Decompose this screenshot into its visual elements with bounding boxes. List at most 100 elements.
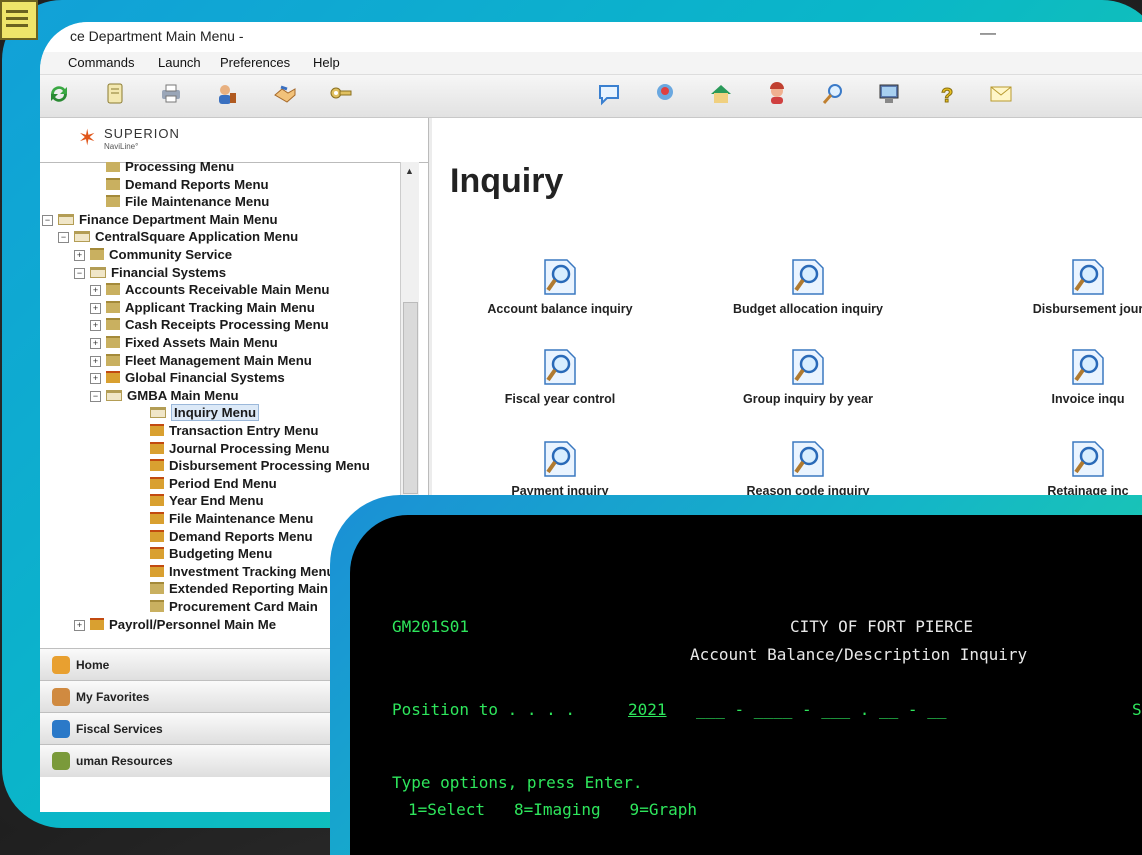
mail-icon[interactable] (988, 81, 1014, 107)
menu-commands[interactable]: Commands (68, 52, 134, 74)
person-icon[interactable] (764, 81, 790, 107)
refresh-icon[interactable] (46, 81, 72, 107)
inquiry-item[interactable]: Budget allocation inquiry (708, 258, 908, 316)
folder-icon (150, 494, 164, 507)
inquiry-item[interactable]: Group inquiry by year (708, 348, 908, 406)
tree-node[interactable]: Budgeting Menu (150, 545, 272, 562)
collapse-icon[interactable]: − (90, 390, 101, 402)
folder-icon (150, 441, 164, 454)
tree-node-label: Procurement Card Main (169, 599, 318, 614)
instructions: Type options, press Enter. (392, 773, 643, 792)
expand-icon[interactable]: + (90, 302, 101, 314)
superion-logo: ✶ SUPERION NaviLine° (40, 118, 428, 163)
tree-node[interactable]: Disbursement Processing Menu (150, 457, 370, 474)
tree-node-label: Finance Department Main Menu (79, 211, 278, 227)
collapse-icon[interactable]: − (58, 232, 69, 244)
tree-node[interactable]: Journal Processing Menu (150, 440, 330, 457)
expand-icon[interactable]: + (74, 619, 85, 631)
toolbar: ? (40, 75, 1142, 118)
handshake-icon[interactable] (272, 81, 298, 107)
user-tools-icon[interactable] (214, 81, 240, 107)
tree-node-label: Period End Menu (169, 475, 277, 491)
tree-node[interactable]: − Finance Department Main Menu (42, 211, 278, 228)
expand-icon[interactable]: + (90, 320, 101, 332)
printer-icon[interactable] (158, 81, 184, 107)
tree-node[interactable]: − GMBA Main Menu (90, 387, 239, 404)
tree-node[interactable]: Year End Menu (150, 492, 264, 509)
expand-icon[interactable]: + (90, 338, 101, 349)
folder-icon (90, 248, 104, 260)
menu-launch[interactable]: Launch (158, 52, 201, 74)
tree-node[interactable]: Extended Reporting Main (150, 580, 328, 597)
tree-node[interactable]: Demand Reports Menu (150, 528, 313, 545)
tree-node-label: Fixed Assets Main Menu (125, 335, 278, 350)
folder-icon (106, 336, 120, 348)
folder-icon (150, 564, 164, 577)
tree-node[interactable]: Transaction Entry Menu (150, 422, 319, 439)
folder-icon (106, 318, 120, 331)
expand-icon[interactable]: + (74, 250, 85, 261)
tree-node[interactable]: + Fleet Management Main Menu (90, 352, 312, 369)
tree-node-label: Applicant Tracking Main Menu (125, 299, 315, 315)
expand-icon[interactable]: + (90, 373, 101, 385)
expand-icon[interactable]: + (90, 285, 101, 297)
notes-menu-icon[interactable] (0, 0, 38, 40)
house-icon[interactable] (708, 81, 734, 107)
tree-node-label: Journal Processing Menu (169, 440, 330, 456)
tree-node[interactable]: + Applicant Tracking Main Menu (90, 299, 315, 316)
help-icon[interactable]: ? (934, 81, 960, 108)
inquiry-item-label: Disbursement jour (1032, 302, 1142, 316)
accordion-label: My Favorites (76, 690, 150, 704)
folder-icon (106, 389, 122, 401)
scrollbar-thumb[interactable] (403, 302, 418, 494)
tree-node[interactable]: + Global Financial Systems (90, 369, 285, 386)
tree-node-label: File Maintenance Menu (125, 194, 270, 210)
tree-node[interactable]: File Maintenance Menu (150, 510, 313, 527)
scroll-up-icon[interactable]: ▲ (405, 166, 414, 176)
collapse-icon[interactable]: − (74, 267, 85, 279)
tree-node[interactable]: Demand Reports Menu (106, 176, 269, 193)
inquiry-item[interactable]: Retainage inc (988, 440, 1142, 498)
tree-node[interactable]: − Financial Systems (74, 264, 226, 281)
document-icon[interactable] (102, 81, 128, 107)
tree-node[interactable]: Inquiry Menu (150, 404, 260, 422)
computer-icon[interactable] (876, 81, 902, 107)
position-year-field[interactable]: 2021 (628, 700, 667, 719)
tree-node-label: Cash Receipts Processing Menu (125, 317, 329, 333)
collapse-icon[interactable]: − (42, 214, 53, 226)
expand-icon[interactable]: + (90, 355, 101, 367)
magnifier-icon (544, 441, 576, 477)
inquiry-item[interactable]: Account balance inquiry (460, 258, 660, 316)
tree-node[interactable]: Investment Tracking Menu (150, 563, 335, 580)
tree-node[interactable]: Period End Menu (150, 475, 277, 492)
pin-icon[interactable] (652, 81, 678, 107)
inquiry-item[interactable]: Payment inquiry (460, 440, 660, 498)
magnifier-icon (544, 349, 576, 385)
inquiry-item[interactable]: Disbursement jour (988, 258, 1142, 316)
program-id: GM201S01 (392, 617, 470, 636)
menu-help[interactable]: Help (313, 52, 340, 74)
tree-node[interactable]: + Cash Receipts Processing Menu (90, 316, 329, 333)
chat-bubble-icon[interactable] (596, 81, 622, 107)
tree-node[interactable]: − CentralSquare Application Menu (58, 228, 298, 245)
tree-node[interactable]: + Community Service (74, 246, 232, 263)
search-icon[interactable] (820, 81, 846, 107)
tree-node-label: Inquiry Menu (171, 404, 260, 422)
menu-preferences[interactable]: Preferences (220, 52, 290, 74)
keys-icon[interactable] (328, 81, 354, 107)
tree-node[interactable]: + Payroll/Personnel Main Me (74, 616, 276, 633)
tree-node[interactable]: File Maintenance Menu (106, 193, 269, 210)
position-account-fields[interactable]: ___ - ____ - ___ . __ - __ (696, 700, 946, 719)
tree-node-label: Disbursement Processing Menu (169, 458, 370, 474)
inquiry-item[interactable]: Reason code inquiry (708, 440, 908, 498)
tree-node[interactable]: + Fixed Assets Main Menu (90, 334, 278, 351)
inquiry-item[interactable]: Fiscal year control (460, 348, 660, 406)
inquiry-item[interactable]: Invoice inqu (988, 348, 1142, 406)
fiscal-services-icon (52, 720, 70, 738)
title-bar: ce Department Main Menu - — (40, 22, 1142, 52)
folder-icon (150, 407, 166, 419)
tree-node[interactable]: + Accounts Receivable Main Menu (90, 281, 329, 298)
tree-node[interactable]: Procurement Card Main (150, 598, 318, 615)
tree-node[interactable]: Processing Menu (106, 162, 234, 175)
minimize-button[interactable]: — (980, 22, 996, 48)
